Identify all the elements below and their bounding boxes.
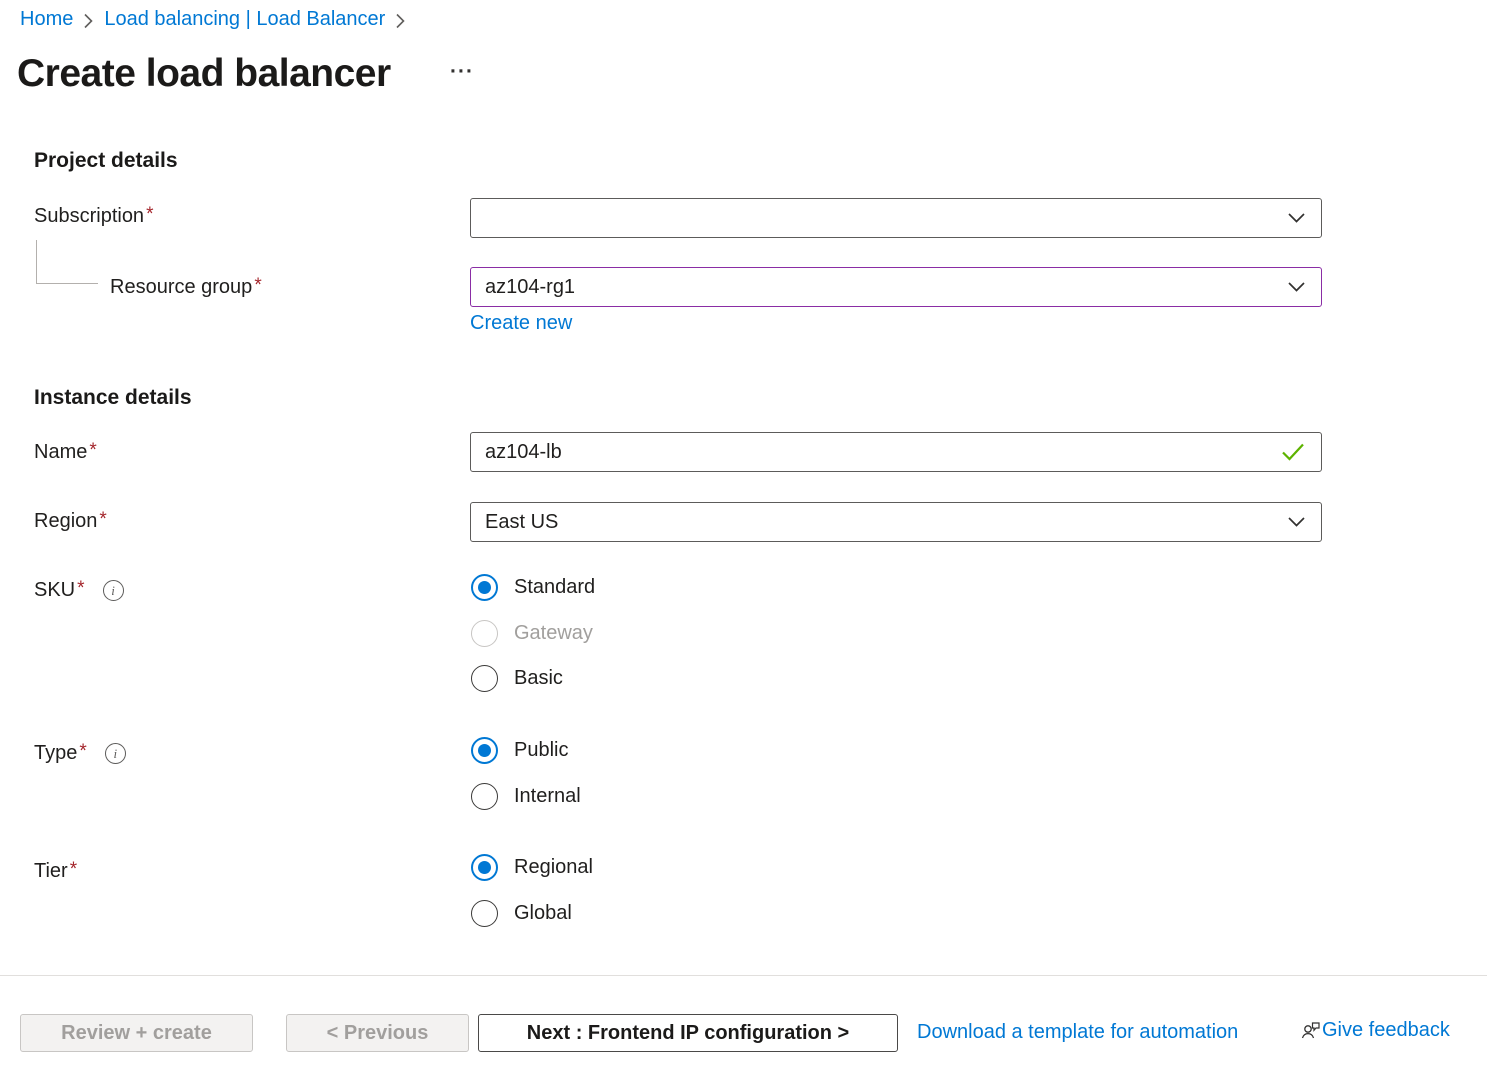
type-option-public[interactable]: Public	[471, 736, 568, 764]
required-asterisk: *	[146, 204, 153, 225]
resource-group-value: az104-rg1	[485, 276, 575, 299]
give-feedback-wrapper[interactable]: Give feedback	[1300, 1019, 1450, 1042]
breadcrumb: Home Load balancing | Load Balancer	[20, 8, 405, 31]
required-asterisk: *	[99, 509, 106, 530]
radio-unselected-icon	[471, 665, 498, 692]
give-feedback-link[interactable]: Give feedback	[1322, 1019, 1450, 1042]
tier-label-text: Tier	[34, 860, 68, 882]
next-frontend-ip-button[interactable]: Next : Frontend IP configuration >	[478, 1014, 898, 1052]
radio-label: Regional	[514, 856, 593, 879]
required-asterisk: *	[77, 578, 84, 599]
feedback-icon	[1300, 1020, 1321, 1041]
name-input-wrapper	[470, 432, 1322, 472]
radio-label: Global	[514, 902, 572, 925]
subscription-label: Subscription*	[34, 205, 153, 228]
sku-label-text: SKU	[34, 579, 75, 601]
region-label: Region*	[34, 510, 107, 533]
radio-selected-icon	[471, 854, 498, 881]
name-label-text: Name	[34, 441, 87, 463]
valid-checkmark-icon	[1281, 443, 1305, 461]
sku-option-gateway: Gateway	[471, 619, 593, 647]
sku-option-standard[interactable]: Standard	[471, 573, 595, 601]
type-label-text: Type	[34, 742, 77, 764]
chevron-right-icon	[84, 11, 93, 29]
required-asterisk: *	[79, 741, 86, 762]
name-label: Name*	[34, 441, 97, 464]
type-option-internal[interactable]: Internal	[471, 782, 581, 810]
project-details-heading: Project details	[34, 149, 178, 173]
resource-group-dropdown[interactable]: az104-rg1	[470, 267, 1322, 307]
download-template-link[interactable]: Download a template for automation	[917, 1021, 1238, 1044]
page-title: Create load balancer	[17, 52, 391, 96]
type-label: Type* i	[34, 742, 126, 765]
tier-option-regional[interactable]: Regional	[471, 853, 593, 881]
info-icon[interactable]: i	[103, 580, 124, 601]
create-load-balancer-page: Home Load balancing | Load Balancer Crea…	[0, 0, 1487, 1074]
more-options-icon[interactable]: ···	[450, 62, 474, 82]
field-connector-line	[36, 283, 98, 284]
instance-details-heading: Instance details	[34, 386, 192, 410]
resource-group-label-text: Resource group	[110, 276, 252, 298]
footer-divider	[0, 975, 1487, 976]
info-icon[interactable]: i	[105, 743, 126, 764]
breadcrumb-home-link[interactable]: Home	[20, 8, 73, 31]
region-dropdown[interactable]: East US	[470, 502, 1322, 542]
chevron-right-icon	[396, 11, 405, 29]
radio-label: Gateway	[514, 622, 593, 645]
required-asterisk: *	[254, 275, 261, 296]
region-value: East US	[485, 511, 558, 534]
radio-unselected-icon	[471, 900, 498, 927]
radio-label: Basic	[514, 667, 563, 690]
subscription-dropdown[interactable]	[470, 198, 1322, 238]
sku-option-basic[interactable]: Basic	[471, 664, 563, 692]
tier-label: Tier*	[34, 860, 77, 883]
radio-label: Internal	[514, 785, 581, 808]
field-connector-line	[36, 240, 37, 283]
radio-label: Standard	[514, 576, 595, 599]
previous-button: < Previous	[286, 1014, 469, 1052]
radio-selected-icon	[471, 737, 498, 764]
create-new-link[interactable]: Create new	[470, 312, 572, 335]
review-create-button: Review + create	[20, 1014, 253, 1052]
required-asterisk: *	[89, 440, 96, 461]
radio-label: Public	[514, 739, 568, 762]
region-label-text: Region	[34, 510, 97, 532]
radio-selected-icon	[471, 574, 498, 601]
subscription-label-text: Subscription	[34, 205, 144, 227]
required-asterisk: *	[70, 859, 77, 880]
tier-option-global[interactable]: Global	[471, 899, 572, 927]
breadcrumb-load-balancing-link[interactable]: Load balancing | Load Balancer	[104, 8, 385, 31]
chevron-down-icon	[1288, 517, 1305, 527]
chevron-down-icon	[1288, 213, 1305, 223]
name-input[interactable]	[485, 433, 1281, 471]
sku-label: SKU* i	[34, 579, 124, 602]
radio-unselected-icon	[471, 783, 498, 810]
chevron-down-icon	[1288, 282, 1305, 292]
resource-group-label: Resource group*	[110, 276, 262, 299]
radio-disabled-icon	[471, 620, 498, 647]
